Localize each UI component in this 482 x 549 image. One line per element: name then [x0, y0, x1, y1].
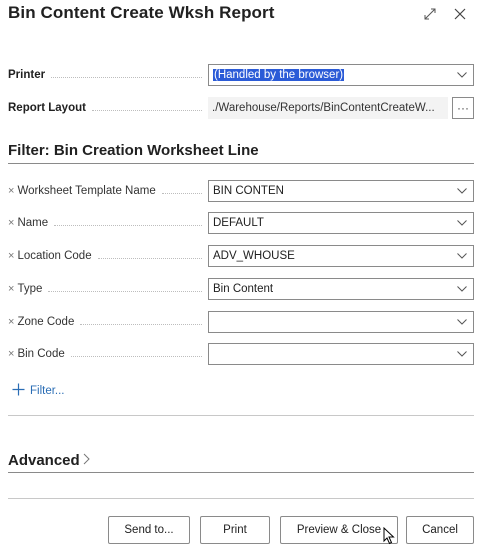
- section-divider: [8, 163, 474, 164]
- zone-code-select[interactable]: [208, 311, 474, 333]
- chevron-down-icon: [451, 72, 473, 78]
- printer-select[interactable]: (Handled by the browser): [208, 64, 474, 86]
- name-select[interactable]: DEFAULT: [208, 212, 474, 234]
- layout-value: ./Warehouse/Reports/BinContentCreateW...: [208, 97, 448, 119]
- layout-label: Report Layout: [8, 102, 208, 114]
- advanced-label: Advanced: [8, 452, 80, 469]
- remove-filter-icon[interactable]: ×: [8, 283, 14, 295]
- title-actions: [420, 4, 470, 24]
- chevron-down-icon: [451, 253, 473, 259]
- print-button[interactable]: Print: [200, 516, 270, 544]
- chevron-down-icon: [451, 286, 473, 292]
- type-select[interactable]: Bin Content: [208, 278, 474, 300]
- send-to-button[interactable]: Send to...: [108, 516, 190, 544]
- location-code-select[interactable]: ADV_WHOUSE: [208, 245, 474, 267]
- dialog-title: Bin Content Create Wksh Report: [8, 3, 275, 22]
- worksheet-template-name-select[interactable]: BIN CONTEN: [208, 180, 474, 202]
- remove-filter-icon[interactable]: ×: [8, 185, 14, 197]
- bin-code-select[interactable]: [208, 343, 474, 365]
- advanced-divider: [8, 472, 474, 473]
- close-icon[interactable]: [450, 4, 470, 24]
- add-filter-link[interactable]: Filter...: [12, 383, 65, 399]
- preview-close-button[interactable]: Preview & Close: [280, 516, 398, 544]
- printer-value: (Handled by the browser): [213, 69, 345, 81]
- plus-icon: [12, 383, 25, 399]
- expand-icon[interactable]: [420, 4, 440, 24]
- filter-bottom-divider: [8, 415, 474, 416]
- add-filter-label: Filter...: [30, 385, 65, 397]
- remove-filter-icon[interactable]: ×: [8, 316, 14, 328]
- advanced-toggle[interactable]: Advanced: [8, 452, 90, 469]
- chevron-down-icon: [451, 188, 473, 194]
- remove-filter-icon[interactable]: ×: [8, 217, 14, 229]
- footer-divider: [8, 498, 474, 499]
- layout-lookup-button[interactable]: ···: [452, 97, 474, 119]
- cancel-button[interactable]: Cancel: [406, 516, 474, 544]
- remove-filter-icon[interactable]: ×: [8, 348, 14, 360]
- chevron-down-icon: [451, 351, 473, 357]
- filter-section-title: Filter: Bin Creation Worksheet Line: [8, 142, 259, 159]
- chevron-right-icon: [83, 452, 90, 469]
- remove-filter-icon[interactable]: ×: [8, 250, 14, 262]
- chevron-down-icon: [451, 319, 473, 325]
- mouse-pointer-icon: [383, 526, 397, 545]
- printer-label: Printer: [8, 69, 208, 81]
- chevron-down-icon: [451, 220, 473, 226]
